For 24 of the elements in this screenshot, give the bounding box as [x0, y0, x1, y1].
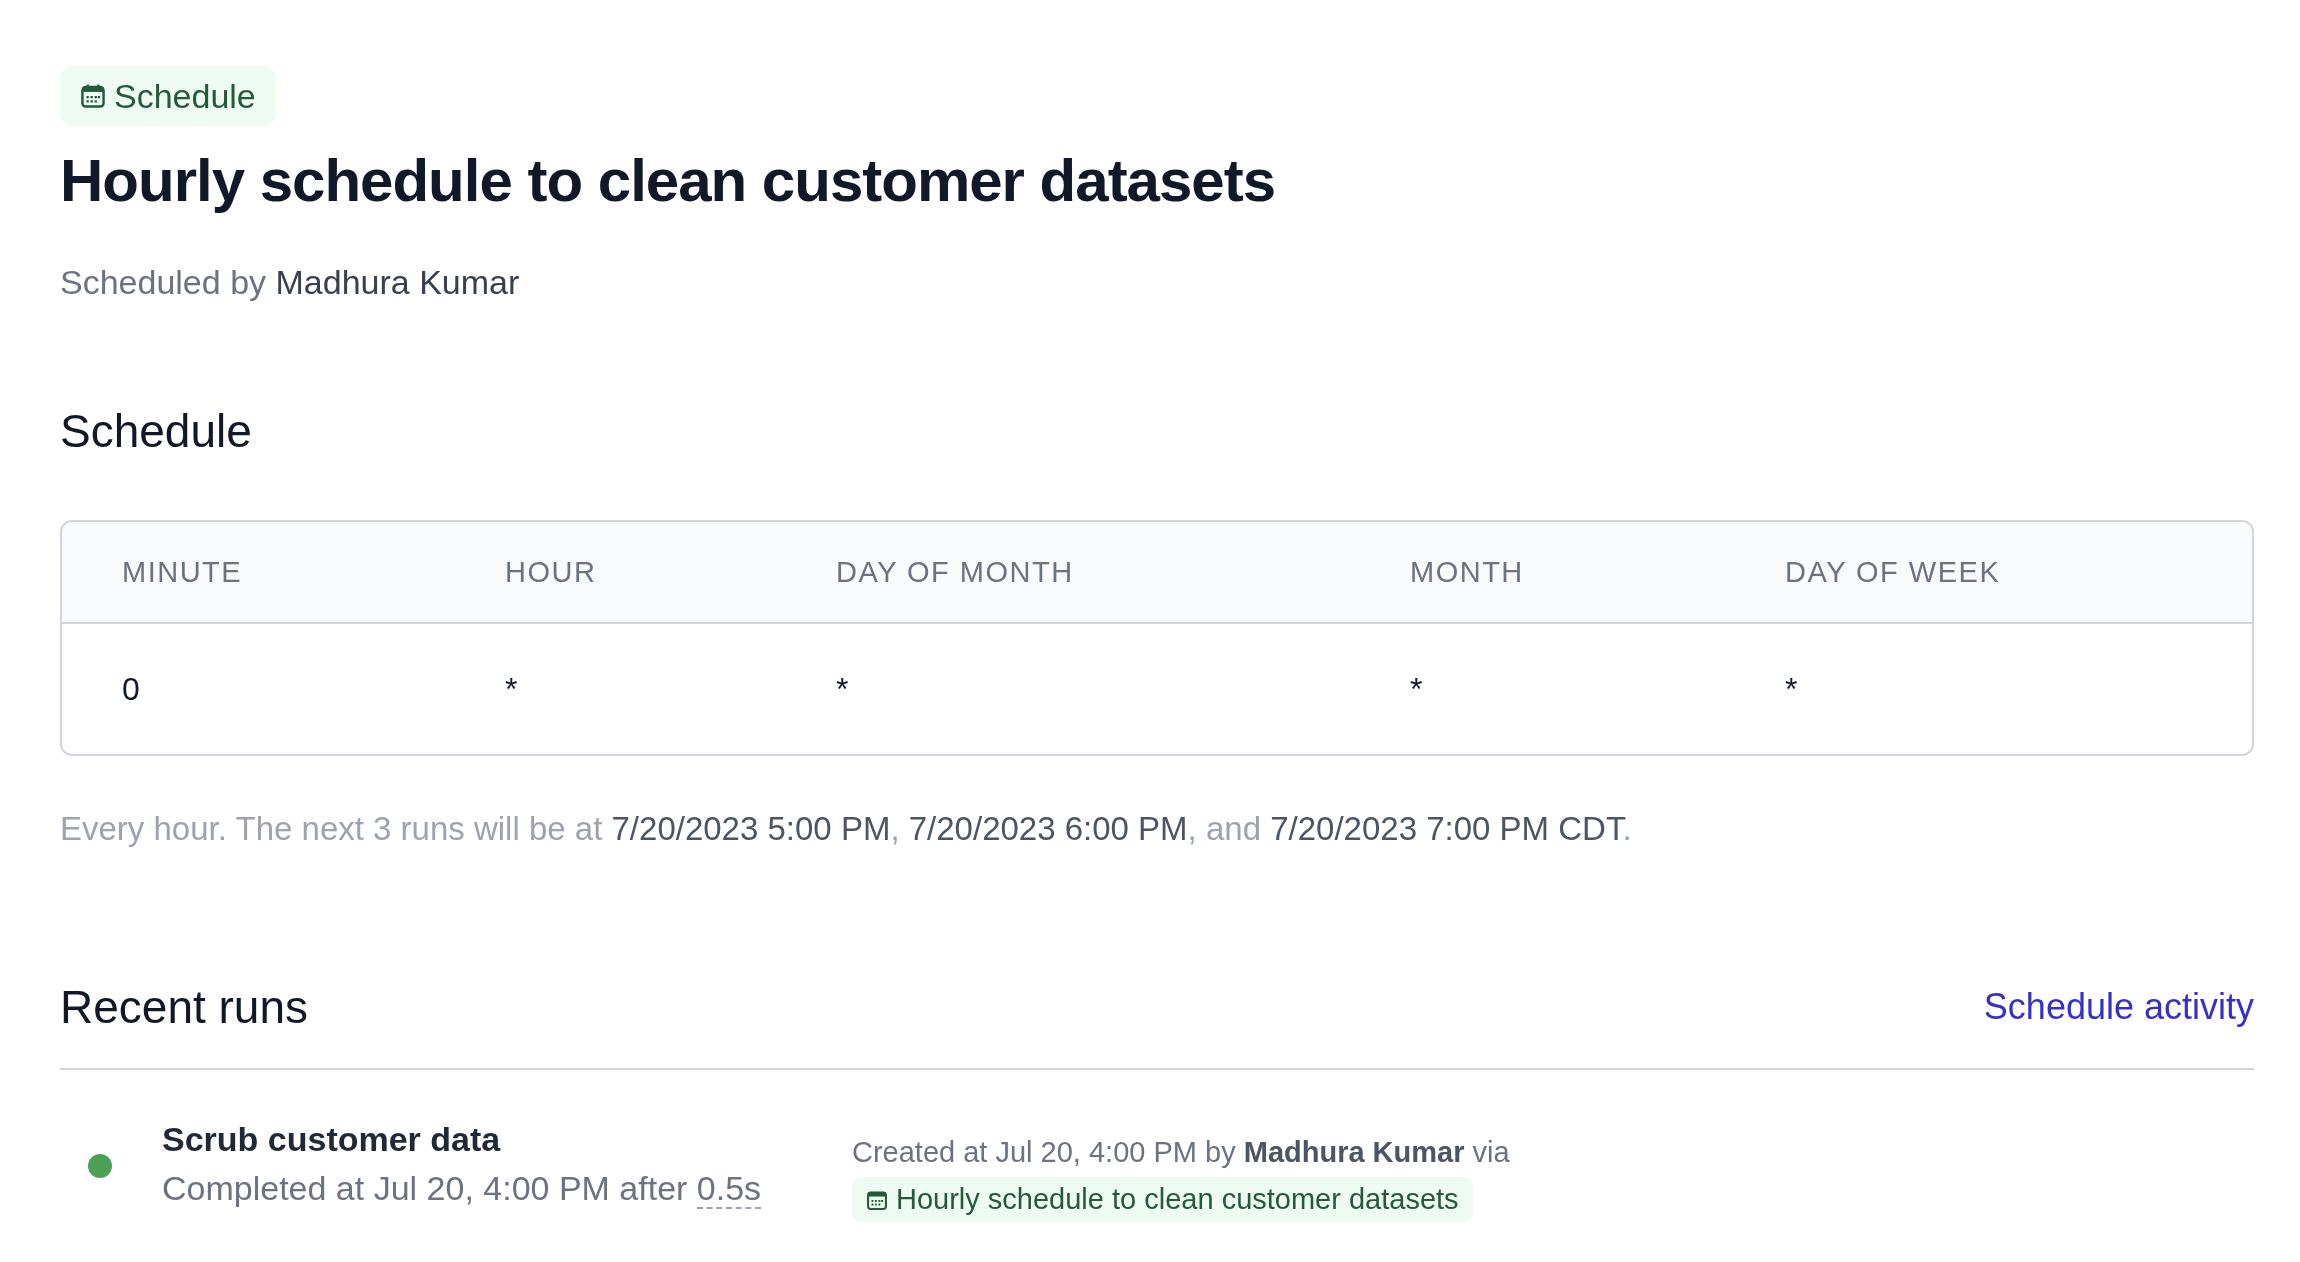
table-cell-text: 0 [122, 670, 141, 708]
column-header: HOUR [505, 555, 598, 589]
schedule-activity-link[interactable]: Schedule activity [1983, 986, 2254, 1028]
calendar-icon [80, 83, 106, 109]
schedule-summary: Every hour. The next 3 runs will be at 7/20/2023 5:00 PM, 7/20/2023 6:00 PM, and 7/20/2023 7:00 PM CDT. [60, 810, 1633, 848]
column-header: DAY OF MONTH [836, 555, 1075, 589]
section-heading: Recent runs [60, 980, 308, 1034]
table-cell-text: * [1410, 670, 1424, 708]
created-text: Created at Jul 20, 4:00 PM by Madhura Kumar via [852, 1136, 1510, 1169]
column-header: MINUTE [122, 555, 244, 589]
table-cell-text: * [505, 670, 519, 708]
schedule-link[interactable]: Hourly schedule to clean customer datasets [852, 1177, 1473, 1222]
run-status-text: Completed at Jul 20, 4:00 PM after [162, 1168, 688, 1207]
section-heading: Schedule [60, 404, 253, 458]
column-header: MONTH [1410, 555, 1525, 589]
schedule-badge: Schedule [60, 66, 276, 126]
byline-text: Scheduled by Madhura Kumar [60, 263, 521, 302]
page-title: Hourly schedule to clean customer datasets [60, 146, 1277, 215]
column-header: DAY OF WEEK [1785, 555, 2002, 589]
calendar-icon [866, 1188, 888, 1211]
run-duration: 0.5s [696, 1168, 762, 1209]
table-cell-text: * [1785, 670, 1799, 708]
table-cell-text: * [836, 670, 850, 708]
run-name[interactable]: Scrub customer data [162, 1119, 852, 1159]
